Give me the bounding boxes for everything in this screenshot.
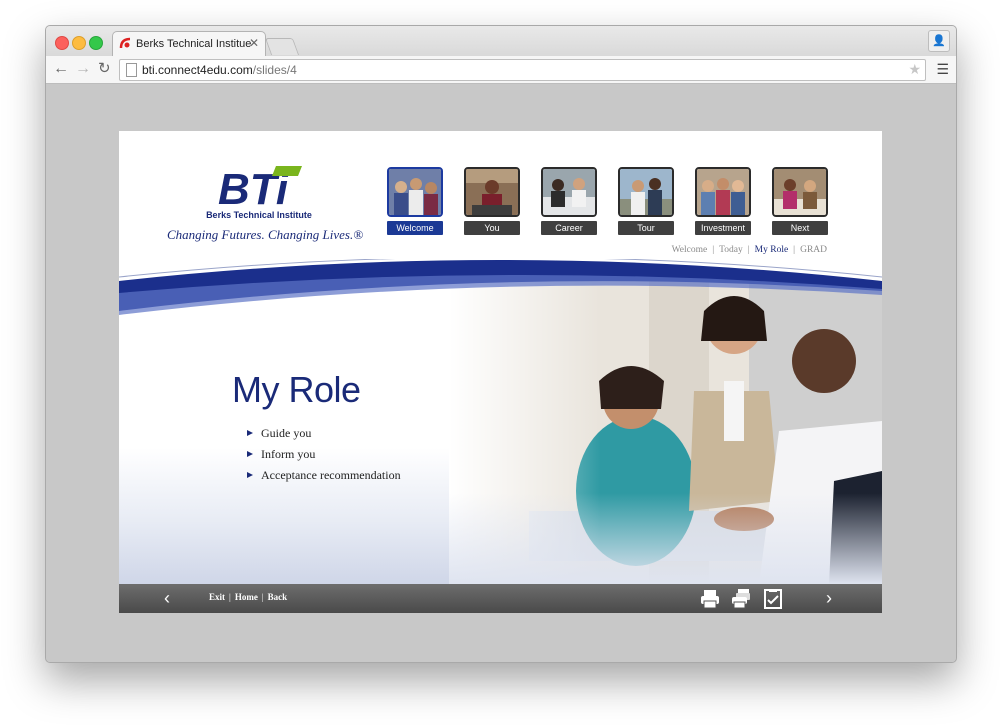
tagline: Changing Futures. Changing Lives.® — [167, 227, 364, 242]
url-text: bti.connect4edu.com/slides/4 — [142, 63, 297, 77]
breadcrumb-separator: | — [712, 245, 715, 255]
reload-icon[interactable]: ↻ — [98, 59, 111, 79]
print-all-icon[interactable] — [730, 588, 752, 610]
page-viewport: BTi Berks Technical Institute Changing F… — [46, 84, 956, 662]
hero-section: My Role Guide you Inform you Acceptance … — [119, 281, 882, 584]
tab-close-icon[interactable]: ✕ — [249, 36, 259, 50]
nav-item-you[interactable]: You — [464, 167, 520, 235]
browser-menu-icon[interactable]: ☰ — [936, 60, 949, 78]
footer-links: Exit | Home | Back — [209, 592, 287, 602]
bullet-item: Inform you — [247, 447, 401, 468]
nav-thumb-next — [772, 167, 828, 217]
nav-thumb-welcome — [387, 167, 443, 217]
page-icon — [126, 63, 137, 77]
new-tab-button[interactable] — [264, 38, 300, 55]
breadcrumb-my-role[interactable]: My Role — [755, 245, 789, 255]
nav-thumb-tour — [618, 167, 674, 217]
bullet-item: Acceptance recommendation — [247, 468, 401, 489]
presentation-slide: BTi Berks Technical Institute Changing F… — [119, 131, 882, 613]
next-slide-icon[interactable]: › — [826, 588, 832, 609]
hero-photo — [449, 281, 882, 584]
title-bar: Berks Technical Institue ✕ 👤 — [46, 26, 956, 57]
close-window-button[interactable] — [55, 36, 69, 50]
exit-link[interactable]: Exit — [209, 592, 225, 602]
nav-item-welcome[interactable]: Welcome — [387, 167, 443, 235]
favicon-icon — [119, 37, 131, 49]
browser-tab[interactable]: Berks Technical Institue ✕ — [112, 31, 266, 57]
url-path: /slides/4 — [252, 63, 297, 77]
nav-label: Career — [541, 221, 597, 235]
nav-label: Tour — [618, 221, 674, 235]
checklist-icon[interactable] — [762, 588, 784, 610]
bullet-item: Guide you — [247, 426, 401, 447]
slide-title: My Role — [232, 369, 361, 410]
nav-item-investment[interactable]: Investment — [695, 167, 751, 235]
profile-icon[interactable]: 👤 — [928, 30, 950, 52]
breadcrumb: Welcome | Today | My Role | GRAD — [672, 245, 827, 255]
tab-title: Berks Technical Institue — [136, 38, 252, 50]
breadcrumb-grad[interactable]: GRAD — [800, 245, 827, 255]
print-icon[interactable] — [699, 588, 721, 610]
header-swoosh — [119, 259, 882, 315]
nav-label: You — [464, 221, 520, 235]
nav-thumb-you — [464, 167, 520, 217]
maximize-window-button[interactable] — [89, 36, 103, 50]
address-bar[interactable]: bti.connect4edu.com/slides/4 ★ — [119, 59, 926, 81]
breadcrumb-separator: | — [747, 245, 750, 255]
nav-label: Next — [772, 221, 828, 235]
nav-item-next[interactable]: Next — [772, 167, 828, 235]
back-arrow-icon[interactable]: ← — [53, 59, 69, 79]
nav-label: Investment — [695, 221, 751, 235]
nav-label: Welcome — [387, 221, 443, 235]
bookmark-star-icon[interactable]: ★ — [908, 61, 921, 78]
footer-separator: | — [229, 592, 231, 602]
nav-item-tour[interactable]: Tour — [618, 167, 674, 235]
breadcrumb-separator: | — [793, 245, 796, 255]
url-host: bti.connect4edu.com — [142, 63, 253, 77]
nav-thumb-career — [541, 167, 597, 217]
breadcrumb-welcome[interactable]: Welcome — [672, 245, 708, 255]
breadcrumb-today[interactable]: Today — [719, 245, 743, 255]
slide-footer: ‹ Exit | Home | Back › — [119, 584, 882, 613]
bullet-list: Guide you Inform you Acceptance recommen… — [247, 426, 401, 489]
footer-separator: | — [261, 592, 264, 602]
nav-item-career[interactable]: Career — [541, 167, 597, 235]
nav-thumb-investment — [695, 167, 751, 217]
forward-arrow-icon[interactable]: → — [75, 59, 91, 79]
bti-logo: BTi — [218, 165, 302, 208]
browser-toolbar: ← → ↻ bti.connect4edu.com/slides/4 ★ ☰ — [46, 56, 956, 84]
institute-name: Berks Technical Institute — [206, 210, 312, 220]
previous-slide-icon[interactable]: ‹ — [164, 588, 170, 609]
minimize-window-button[interactable] — [72, 36, 86, 50]
home-link[interactable]: Home — [235, 592, 258, 602]
browser-window: Berks Technical Institue ✕ 👤 ← → ↻ bti.c… — [45, 25, 957, 663]
back-link[interactable]: Back — [268, 592, 288, 602]
